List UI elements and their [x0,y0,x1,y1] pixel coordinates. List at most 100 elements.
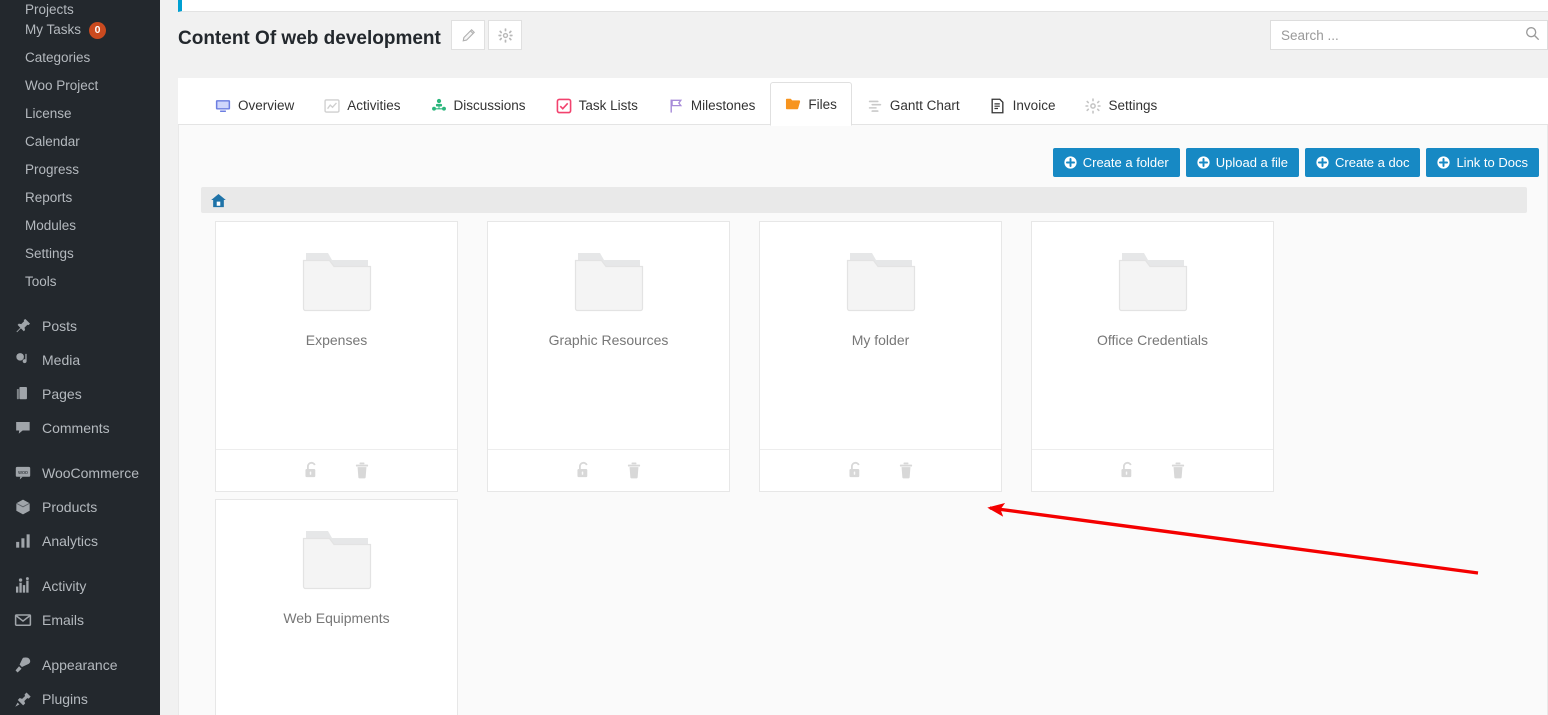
folder-icon [298,251,376,318]
sidebar-item-label: Woo Project [25,78,99,93]
page-header: Content Of web development [178,20,1548,68]
folder-card-body[interactable]: Web Equipments [216,500,457,715]
discussions-icon [431,98,447,114]
folder-name: Expenses [305,332,368,348]
trash-icon[interactable] [1170,461,1186,480]
pencil-icon [462,28,475,41]
sidebar-item-appearance[interactable]: Appearance [0,648,160,682]
tab-invoice[interactable]: Invoice [975,85,1071,125]
svg-text:woo: woo [17,470,28,476]
sidebar-item-categories[interactable]: Categories [0,44,160,72]
plus-circle-icon [1437,156,1451,169]
folder-card[interactable]: Graphic Resources [487,221,730,492]
activity-icon [13,576,33,596]
plus-circle-icon [1064,156,1077,169]
search-input[interactable] [1270,20,1548,50]
trash-icon[interactable] [898,461,914,480]
sidebar-item-projects[interactable]: Projects [0,0,160,17]
folder-name: Office Credentials [1096,332,1208,348]
home-icon[interactable] [210,193,227,208]
tab-discussions[interactable]: Discussions [416,85,541,125]
tab-gantt-chart[interactable]: Gantt Chart [852,85,975,125]
files-icon [785,96,801,112]
settings-icon [1085,97,1102,114]
sidebar-item-progress[interactable]: Progress [0,156,160,184]
folder-card[interactable]: Office Credentials [1031,221,1274,492]
folder-icon [1114,251,1192,318]
plus-circle-icon [1316,156,1329,169]
edit-project-button[interactable] [451,20,485,50]
sidebar-item-woocommerce[interactable]: woo WooCommerce [0,456,160,490]
sidebar-item-media[interactable]: Media [0,343,160,377]
sidebar-item-woo-project[interactable]: Woo Project [0,72,160,100]
folder-name: My folder [851,332,910,348]
title-action-group [451,20,522,50]
folder-card-body[interactable]: My folder [760,222,1001,450]
project-settings-button[interactable] [488,20,522,50]
tab-label: Activities [347,98,401,113]
trash-icon[interactable] [354,461,370,480]
sidebar-item-posts[interactable]: Posts [0,309,160,343]
overview-icon [215,98,231,114]
sidebar-item-activity[interactable]: Activity [0,569,160,603]
plugins-icon [13,689,33,709]
tab-activities[interactable]: Activities [309,85,415,125]
unlock-icon[interactable] [303,461,320,480]
tab-label: Discussions [453,98,526,113]
sidebar-item-label: Reports [25,190,73,205]
sidebar-item-label: Modules [25,218,77,233]
sidebar-item-products[interactable]: Products [0,490,160,524]
folder-card[interactable]: My folder [759,221,1002,492]
file-action-buttons: Create a folder Upload a file Create a doc… [1047,148,1539,177]
folder-card[interactable]: Web Equipments [215,499,458,715]
sidebar-item-pages[interactable]: Pages [0,377,160,411]
folder-card-body[interactable]: Office Credentials [1032,222,1273,450]
tab-label: Milestones [690,98,756,113]
project-tabs: Overview Activities Discussions Task Lists M… [200,78,1172,126]
sidebar-item-label: Analytics [42,533,99,549]
tab-settings[interactable]: Settings [1070,85,1172,125]
gantt-icon [867,98,883,114]
sidebar-item-modules[interactable]: Modules [0,212,160,240]
sidebar-item-label: Categories [25,50,91,65]
tab-overview[interactable]: Overview [200,85,309,125]
folder-card-body[interactable]: Graphic Resources [488,222,729,450]
sidebar-item-plugins[interactable]: Plugins [0,682,160,715]
sidebar-item-label: Appearance [42,657,118,673]
sidebar-item-settings[interactable]: Settings [0,240,160,268]
folder-card-body[interactable]: Expenses [216,222,457,450]
sidebar-item-label: Emails [42,612,85,628]
folder-card-actions [216,449,457,491]
tab-files[interactable]: Files [770,82,852,126]
create-a-folder-button[interactable]: Create a folder [1052,148,1180,177]
sidebar-item-label: Pages [42,386,82,402]
sidebar-item-label: Progress [25,162,80,177]
folder-card-actions [1032,449,1273,491]
link-to-docs-button[interactable]: Link to Docs [1426,148,1539,177]
sidebar-item-calendar[interactable]: Calendar [0,128,160,156]
gear-icon [497,27,513,43]
sidebar-item-analytics[interactable]: Analytics [0,524,160,558]
folder-card[interactable]: Expenses [215,221,458,492]
sidebar-item-emails[interactable]: Emails [0,603,160,637]
tab-milestones[interactable]: Milestones [653,85,771,125]
tab-task-lists[interactable]: Task Lists [541,85,653,125]
sidebar-item-license[interactable]: License [0,100,160,128]
create-a-doc-button[interactable]: Create a doc [1305,148,1421,177]
sidebar-item-tools[interactable]: Tools [0,268,160,296]
sidebar-item-reports[interactable]: Reports [0,184,160,212]
unlock-icon[interactable] [1119,461,1136,480]
sidebar-item-label: Products [42,499,98,515]
sidebar-item-my-tasks[interactable]: My Tasks 0 [0,16,160,44]
pin-icon [13,316,33,336]
folder-card-actions [488,449,729,491]
trash-icon[interactable] [626,461,642,480]
unlock-icon[interactable] [847,461,864,480]
sidebar-item-label: License [25,106,72,121]
folder-card-actions [760,449,1001,491]
upload-a-file-button[interactable]: Upload a file [1185,148,1300,177]
plus-circle-icon [1197,156,1210,169]
sidebar-item-label: Plugins [42,691,88,707]
sidebar-item-comments[interactable]: Comments [0,411,160,445]
unlock-icon[interactable] [575,461,592,480]
